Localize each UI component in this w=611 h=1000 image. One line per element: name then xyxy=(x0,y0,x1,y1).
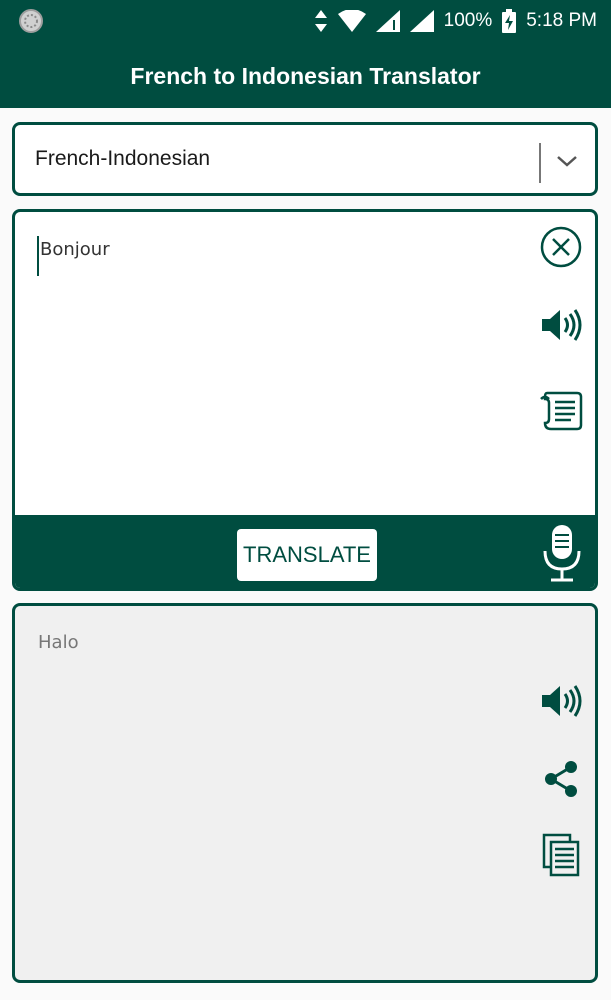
scroll-icon xyxy=(540,391,583,431)
battery-percent: 100% xyxy=(443,10,493,31)
copy-button[interactable] xyxy=(538,832,584,878)
translate-bar: TRANSLATE xyxy=(15,515,595,588)
speaker-icon xyxy=(542,685,582,717)
chevron-down-icon[interactable] xyxy=(555,151,579,171)
battery-charging-icon xyxy=(502,9,517,33)
copy-icon xyxy=(542,833,580,877)
wifi-icon xyxy=(337,10,366,32)
notification-icon xyxy=(18,8,44,34)
speak-output-button[interactable] xyxy=(538,678,584,724)
status-indicators: 100% 5:18 PM xyxy=(314,6,597,36)
language-selector[interactable]: French-Indonesian xyxy=(12,122,598,196)
app-header: 100% 5:18 PM French to Indonesian Transl… xyxy=(0,0,611,108)
source-text-input[interactable]: Bonjour xyxy=(37,236,517,276)
language-selector-value: French-Indonesian xyxy=(35,147,211,170)
signal-icon xyxy=(375,10,400,32)
page-title: French to Indonesian Translator xyxy=(130,63,481,89)
input-card: Bonjour TRANSLATE xyxy=(12,209,598,591)
output-card: Halo xyxy=(12,603,598,983)
status-bar: 100% 5:18 PM xyxy=(0,0,611,42)
microphone-icon[interactable] xyxy=(539,523,585,585)
close-circle-icon xyxy=(540,226,582,268)
share-icon xyxy=(545,761,577,797)
speaker-icon xyxy=(542,309,582,341)
signal-icon-2 xyxy=(409,10,434,32)
share-button[interactable] xyxy=(538,756,584,802)
speak-input-button[interactable] xyxy=(538,302,584,348)
history-button[interactable] xyxy=(538,388,584,434)
selector-divider xyxy=(539,143,541,183)
data-arrows-icon xyxy=(314,10,327,32)
translate-button[interactable]: TRANSLATE xyxy=(237,529,377,581)
clock: 5:18 PM xyxy=(526,10,597,31)
translated-text: Halo xyxy=(38,632,79,653)
clear-button[interactable] xyxy=(538,224,584,270)
